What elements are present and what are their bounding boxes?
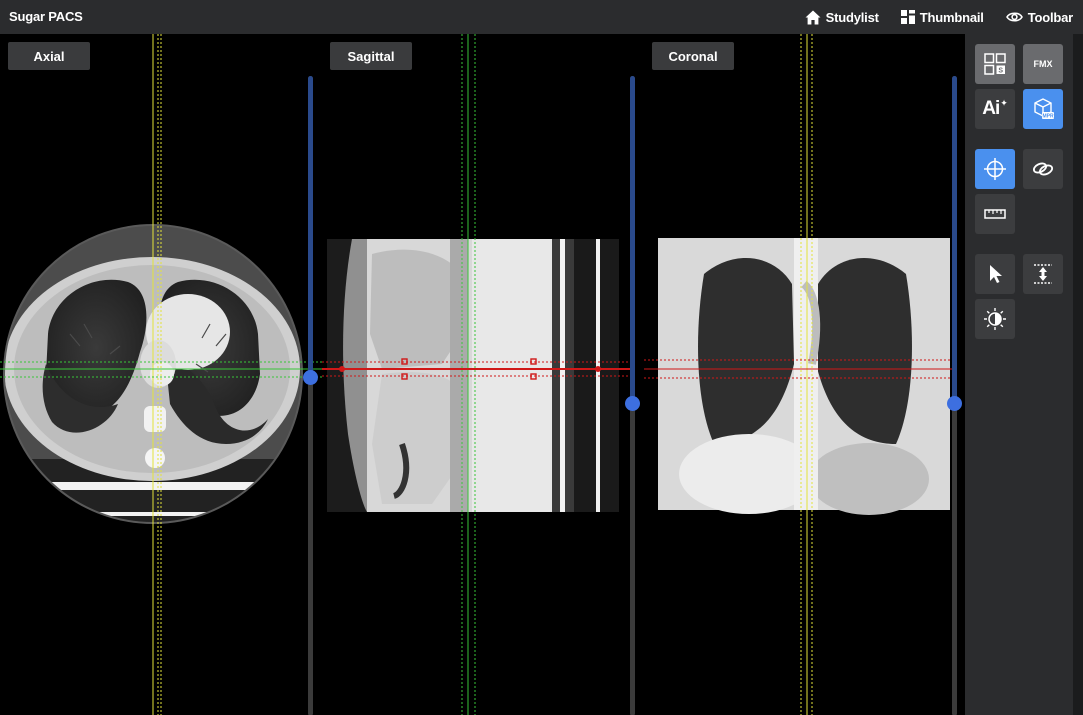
window-level-icon (984, 308, 1006, 330)
coronal-viewport[interactable]: Coronal (644, 34, 965, 715)
pointer-button[interactable] (975, 254, 1015, 294)
sagittal-image (322, 34, 632, 715)
stack-scroll-button[interactable] (1023, 254, 1063, 294)
stack-scroll-icon (1034, 264, 1052, 284)
home-icon (805, 10, 821, 24)
coronal-slice-slider[interactable] (947, 76, 962, 715)
top-nav: Studylist Thumbnail Toolbar (805, 0, 1073, 34)
coronal-image (644, 34, 954, 715)
mpr-3d-button[interactable]: MPR (1023, 89, 1063, 129)
top-bar: Sugar PACS Studylist Thumbnail Toolbar (0, 0, 1083, 34)
axial-slice-slider[interactable] (303, 76, 318, 715)
layout-button[interactable]: S (975, 44, 1015, 84)
axial-image (0, 34, 322, 715)
thumbnail-label: Thumbnail (919, 9, 984, 25)
axial-viewport[interactable]: Axial (0, 34, 322, 715)
layout-icon: S (984, 53, 1006, 75)
tool-sidebar: S FMX Ai ✦ MPR (965, 34, 1073, 715)
svg-text:S: S (998, 68, 1003, 75)
grid-icon (900, 10, 915, 24)
sagittal-slice-slider[interactable] (625, 76, 640, 715)
coronal-label: Coronal (652, 42, 734, 70)
mpr-3d-icon: MPR (1034, 98, 1054, 120)
sagittal-slider-knob[interactable] (625, 396, 640, 411)
toolbar-toggle-button[interactable]: Toolbar (1005, 9, 1074, 25)
fmx-button[interactable]: FMX (1023, 44, 1063, 84)
axial-label: Axial (8, 42, 90, 70)
ai-button[interactable]: Ai ✦ (975, 89, 1015, 129)
ai-icon: Ai (982, 98, 1000, 119)
fmx-label: FMX (1033, 59, 1053, 69)
thumbnail-button[interactable]: Thumbnail (900, 9, 984, 25)
coronal-slider-knob[interactable] (947, 396, 962, 411)
sidebar-scrollbar[interactable] (1073, 34, 1083, 715)
sagittal-label: Sagittal (330, 42, 412, 70)
svg-text:MPR: MPR (1042, 114, 1054, 120)
axial-slider-knob[interactable] (303, 370, 318, 385)
eye-icon (1005, 12, 1023, 22)
window-level-button[interactable] (975, 299, 1015, 339)
toolbar-label: Toolbar (1027, 9, 1074, 25)
studylist-button[interactable]: Studylist (805, 10, 879, 25)
link-icon (1032, 162, 1054, 176)
ruler-button[interactable] (975, 194, 1015, 234)
pointer-icon (990, 265, 1002, 283)
link-button[interactable] (1023, 149, 1063, 189)
crosshair-icon (984, 158, 1006, 180)
sagittal-viewport[interactable]: Sagittal (322, 34, 644, 715)
crosshair-button[interactable] (975, 149, 1015, 189)
ruler-icon (984, 209, 1006, 219)
ai-sparkle-icon: ✦ (1000, 97, 1008, 108)
studylist-label: Studylist (825, 9, 879, 25)
app-title: Sugar PACS (9, 9, 83, 24)
